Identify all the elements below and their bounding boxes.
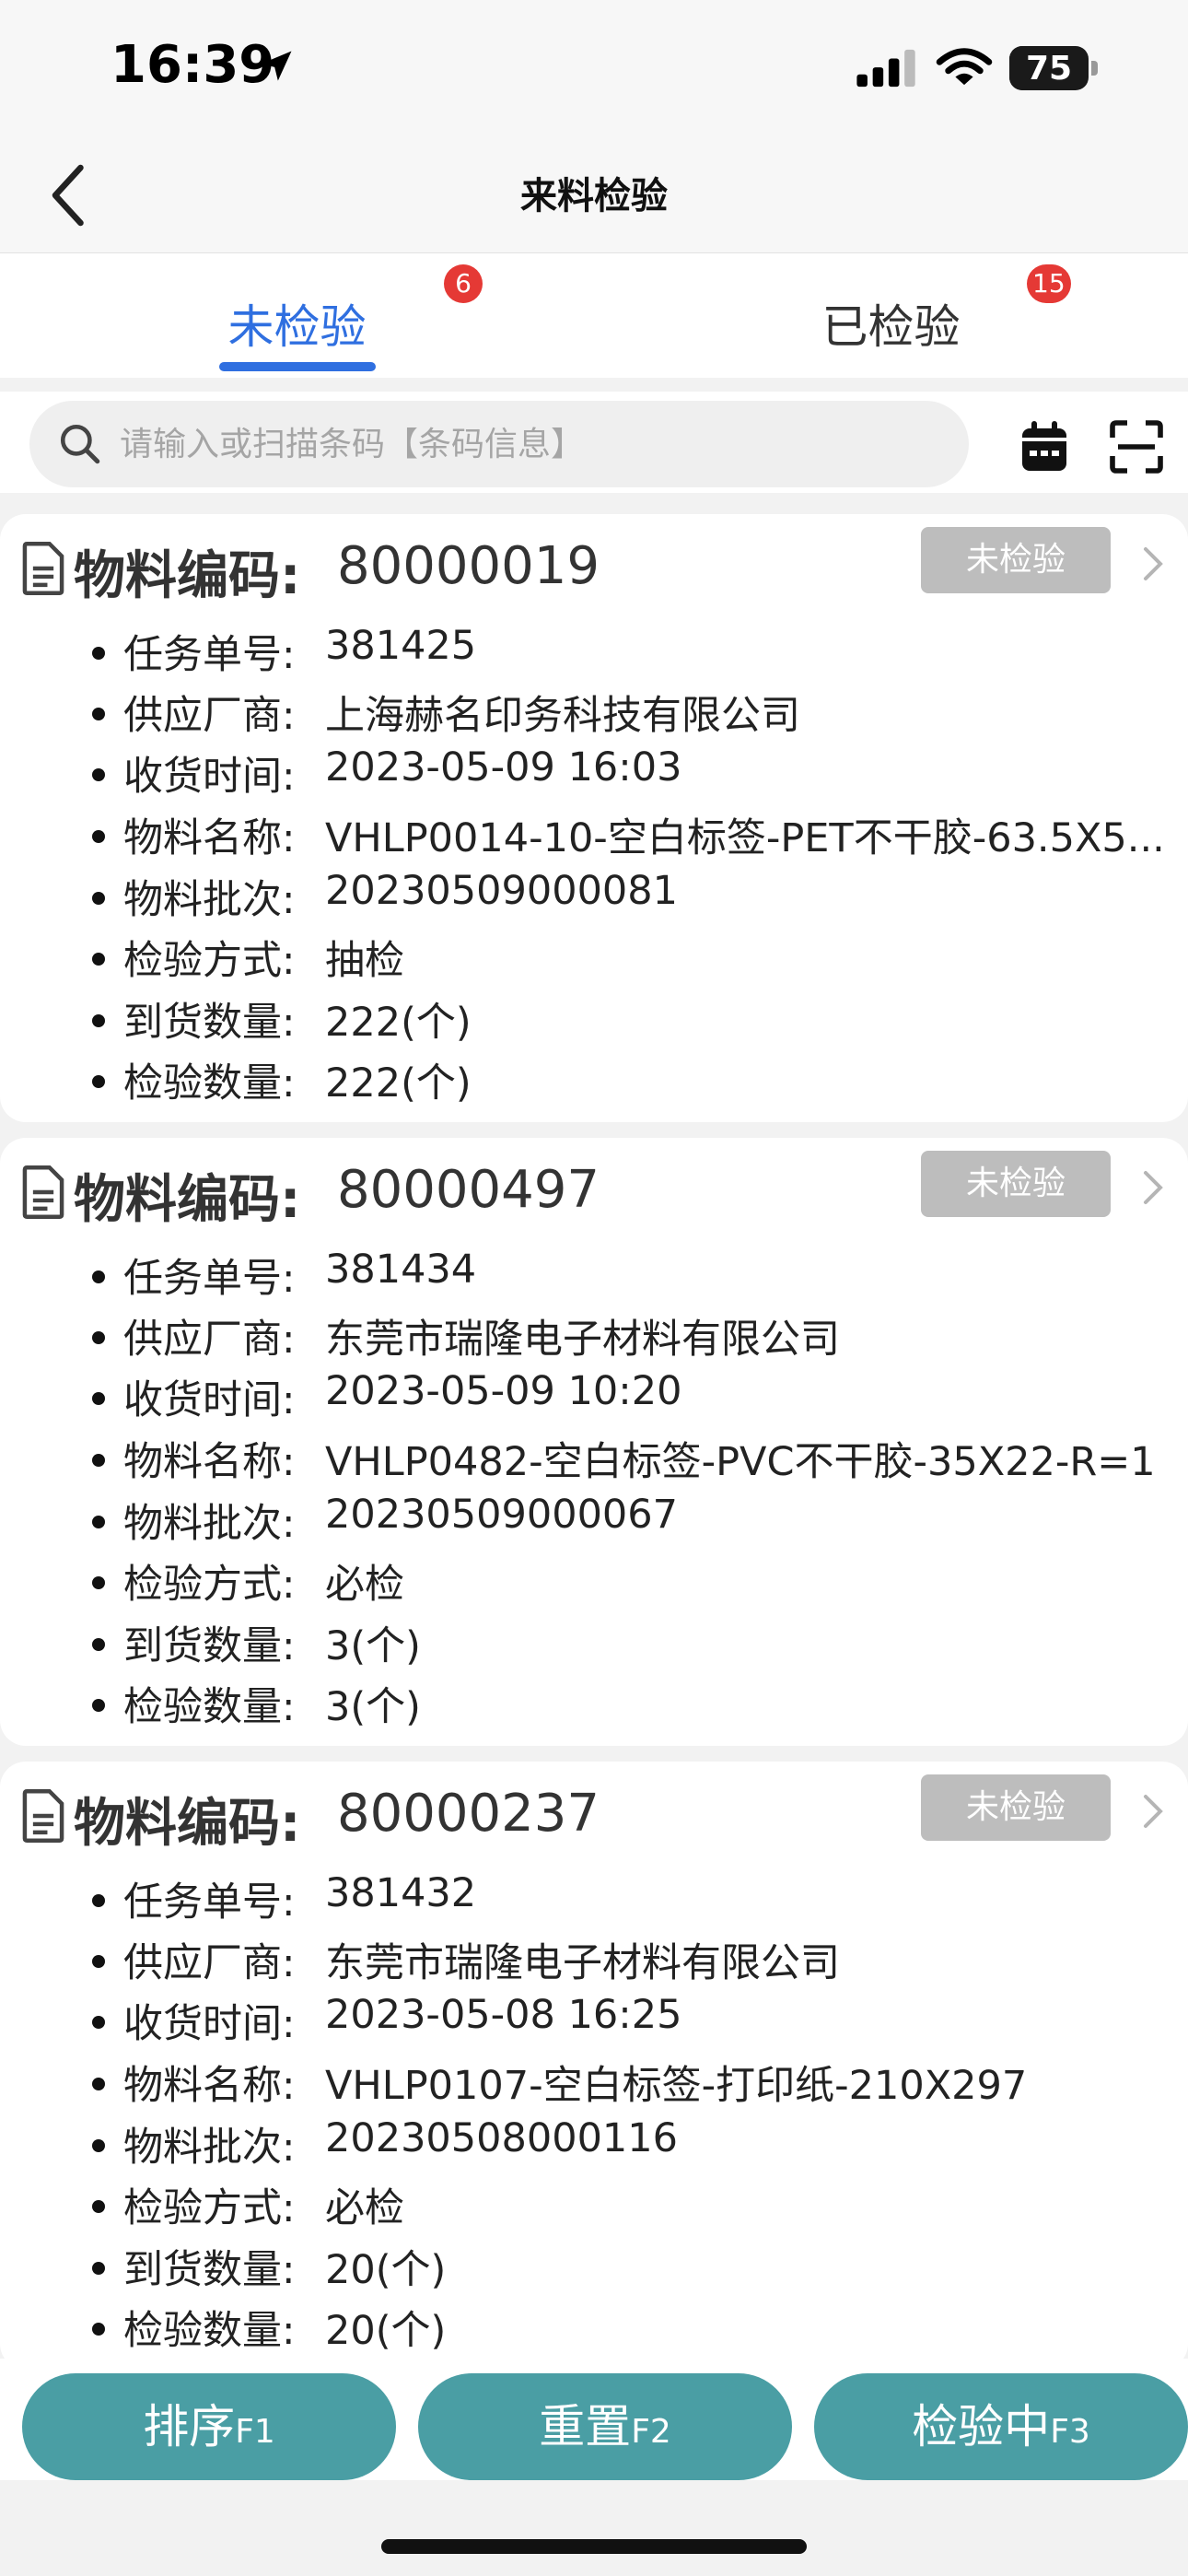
sort-button[interactable]: 排序F1 bbox=[22, 2373, 396, 2480]
status-badge: 未检验 bbox=[921, 527, 1111, 593]
home-area bbox=[0, 2480, 1188, 2576]
material-code: 80000497 bbox=[337, 1160, 600, 1220]
material-code: 80000237 bbox=[337, 1784, 600, 1844]
chevron-right-icon[interactable] bbox=[1142, 545, 1164, 582]
field-arrival-quantity: 到货数量: 222(个) bbox=[92, 990, 1179, 1051]
field-material-batch: 物料批次: 20230509000081 bbox=[92, 868, 1179, 929]
material-code-label: 物料编码: bbox=[74, 546, 301, 606]
field-task-number: 任务单号: 381425 bbox=[92, 623, 1179, 684]
bottom-action-bar: 排序F1 重置F2 检验中F3 bbox=[0, 2359, 1188, 2480]
chevron-right-icon[interactable] bbox=[1142, 1169, 1164, 1206]
field-inspection-quantity: 检验数量: 3(个) bbox=[92, 1675, 1179, 1736]
calendar-icon[interactable] bbox=[1020, 421, 1068, 473]
field-received-time: 收货时间: 2023-05-09 16:03 bbox=[92, 744, 1179, 805]
field-inspection-quantity: 检验数量: 222(个) bbox=[92, 1051, 1179, 1112]
search-icon bbox=[60, 424, 100, 464]
field-supplier: 供应厂商: 上海赫名印务科技有限公司 bbox=[92, 684, 1179, 744]
field-material-name: 物料名称: VHLP0014-10-空白标签-PET不干胶-63.5X5... bbox=[92, 806, 1179, 867]
field-task-number: 任务单号: 381434 bbox=[92, 1247, 1179, 1307]
in-inspection-button[interactable]: 检验中F3 bbox=[814, 2373, 1188, 2480]
tab-label: 已检验 bbox=[821, 300, 961, 354]
inspection-card[interactable]: 物料编码: 80000019 未检验 任务单号: 381425 供应厂商: 上海赫名… bbox=[0, 514, 1188, 1122]
nav-bar: 来料检验 bbox=[0, 138, 1188, 253]
status-badge: 未检验 bbox=[921, 1151, 1111, 1217]
field-inspection-method: 检验方式: 必检 bbox=[92, 2176, 1179, 2237]
page-title: 来料检验 bbox=[520, 175, 668, 217]
field-inspection-method: 检验方式: 必检 bbox=[92, 1552, 1179, 1613]
field-task-number: 任务单号: 381432 bbox=[92, 1870, 1179, 1931]
document-icon bbox=[22, 1789, 64, 1843]
search-box[interactable] bbox=[29, 401, 969, 487]
search-bar bbox=[0, 392, 1188, 493]
field-material-batch: 物料批次: 20230509000067 bbox=[92, 1492, 1179, 1552]
tab-label: 未检验 bbox=[227, 300, 367, 354]
field-supplier: 供应厂商: 东莞市瑞隆电子材料有限公司 bbox=[92, 1307, 1179, 1368]
document-icon bbox=[22, 542, 64, 595]
field-inspection-method: 检验方式: 抽检 bbox=[92, 929, 1179, 989]
field-received-time: 收货时间: 2023-05-09 10:20 bbox=[92, 1368, 1179, 1429]
tab-inspected[interactable]: 已检验 15 bbox=[594, 253, 1188, 378]
status-badge: 未检验 bbox=[921, 1774, 1111, 1841]
home-indicator[interactable] bbox=[381, 2539, 807, 2554]
inspection-card[interactable]: 物料编码: 80000497 未检验 任务单号: 381434 供应厂商: 东莞市瑞… bbox=[0, 1138, 1188, 1746]
scan-icon[interactable] bbox=[1109, 419, 1164, 474]
inspection-card[interactable]: 物料编码: 80000237 未检验 任务单号: 381432 供应厂商: 东莞市瑞… bbox=[0, 1762, 1188, 2370]
field-arrival-quantity: 到货数量: 20(个) bbox=[92, 2238, 1179, 2299]
field-arrival-quantity: 到货数量: 3(个) bbox=[92, 1614, 1179, 1675]
chevron-right-icon[interactable] bbox=[1142, 1793, 1164, 1830]
location-arrow-icon bbox=[261, 51, 292, 81]
document-icon bbox=[22, 1165, 64, 1219]
material-code-label: 物料编码: bbox=[74, 1170, 301, 1230]
field-material-name: 物料名称: VHLP0482-空白标签-PVC不干胶-35X22-R=1 bbox=[92, 1430, 1179, 1491]
tab-bar: 未检验 6 已检验 15 bbox=[0, 253, 1188, 378]
field-material-name: 物料名称: VHLP0107-空白标签-打印纸-210X297 bbox=[92, 2054, 1179, 2114]
material-code-label: 物料编码: bbox=[74, 1794, 301, 1854]
status-time: 16:39 bbox=[111, 35, 275, 95]
battery-level: 75 bbox=[1025, 50, 1073, 88]
active-tab-indicator bbox=[219, 362, 376, 371]
reset-button[interactable]: 重置F2 bbox=[418, 2373, 792, 2480]
status-bar: 16:39 75 bbox=[0, 0, 1188, 138]
material-code: 80000019 bbox=[337, 536, 600, 596]
tab-uninspected[interactable]: 未检验 6 bbox=[0, 253, 594, 378]
battery-icon: 75 bbox=[1009, 46, 1098, 90]
cellular-signal-icon bbox=[856, 49, 915, 88]
search-input[interactable] bbox=[120, 401, 949, 487]
field-inspection-quantity: 检验数量: 20(个) bbox=[92, 2299, 1179, 2359]
field-supplier: 供应厂商: 东莞市瑞隆电子材料有限公司 bbox=[92, 1931, 1179, 1992]
tab-count-badge: 6 bbox=[444, 264, 483, 303]
tab-count-badge: 15 bbox=[1027, 264, 1071, 303]
wifi-icon bbox=[936, 48, 993, 86]
field-received-time: 收货时间: 2023-05-08 16:25 bbox=[92, 1992, 1179, 2053]
field-material-batch: 物料批次: 20230508000116 bbox=[92, 2115, 1179, 2176]
